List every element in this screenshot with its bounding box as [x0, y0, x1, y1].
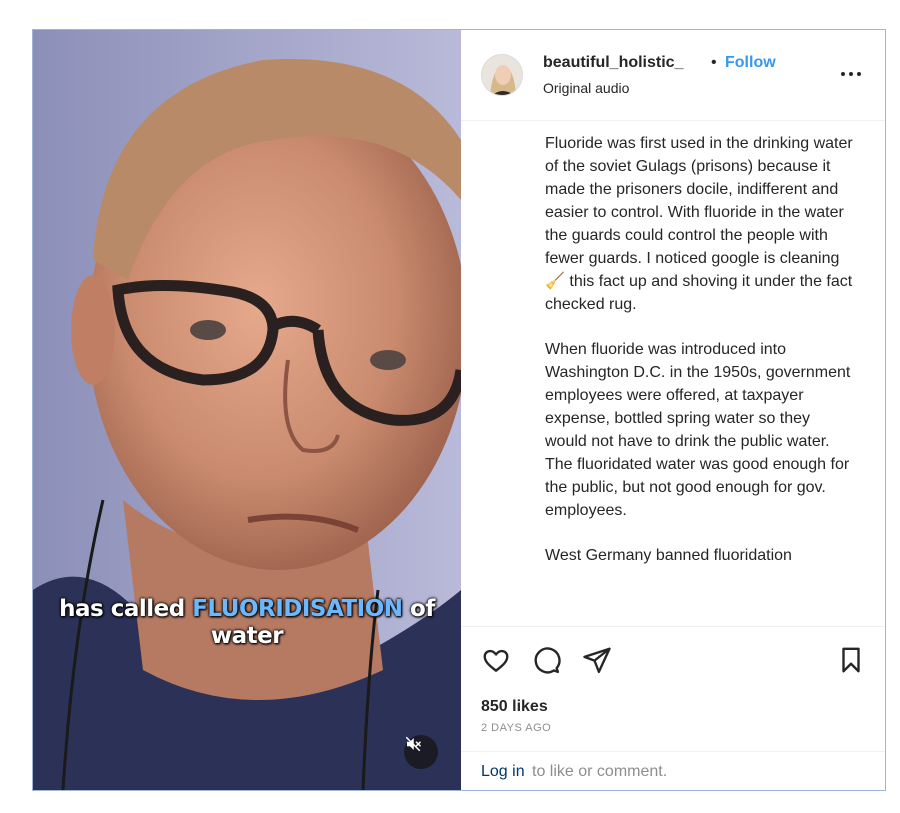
mute-toggle-button[interactable] [404, 735, 438, 769]
more-options-icon[interactable] [839, 62, 863, 86]
follow-button[interactable]: Follow [725, 54, 776, 72]
video-player[interactable]: has called FLUORIDISATION of water [33, 30, 461, 790]
heart-icon[interactable] [481, 645, 511, 675]
login-prompt-text: to like or comment. [532, 763, 668, 780]
caption-paragraph: Fluoride was first used in the drinking … [545, 135, 853, 313]
login-prompt: Log in to like or comment. [461, 751, 885, 790]
share-icon[interactable] [582, 645, 612, 675]
post-caption: Fluoride was first used in the drinking … [545, 132, 855, 624]
audio-label[interactable]: Original audio [543, 80, 629, 96]
instagram-post: has called FLUORIDISATION of water beaut… [32, 29, 886, 791]
muted-speaker-icon [405, 736, 422, 752]
video-subtitle: has called FLUORIDISATION of water [33, 596, 461, 650]
likes-count[interactable]: 850 likes [481, 698, 548, 716]
subtitle-text: of [402, 596, 435, 622]
caption-paragraph: West Germany banned fluoridation [545, 547, 792, 564]
subtitle-text: has called [59, 596, 193, 622]
post-date[interactable]: 2 DAYS AGO [481, 722, 551, 734]
username-link[interactable]: beautiful_holistic_ [543, 54, 683, 72]
comment-icon[interactable] [531, 645, 561, 675]
post-actions: 850 likes 2 DAYS AGO Log in to like or c… [461, 626, 885, 790]
subtitle-highlight: FLUORIDISATION [192, 596, 403, 622]
avatar-image [482, 55, 522, 95]
avatar[interactable] [481, 54, 523, 96]
separator-dot: • [711, 54, 717, 71]
subtitle-line-2: water [210, 623, 284, 649]
post-header: beautiful_holistic_ • Follow Original au… [461, 30, 885, 121]
video-frame [33, 30, 461, 790]
login-link[interactable]: Log in [481, 763, 525, 781]
bookmark-icon[interactable] [836, 645, 866, 675]
post-sidebar: beautiful_holistic_ • Follow Original au… [461, 30, 885, 790]
caption-paragraph: When fluoride was introduced into Washin… [545, 341, 851, 519]
